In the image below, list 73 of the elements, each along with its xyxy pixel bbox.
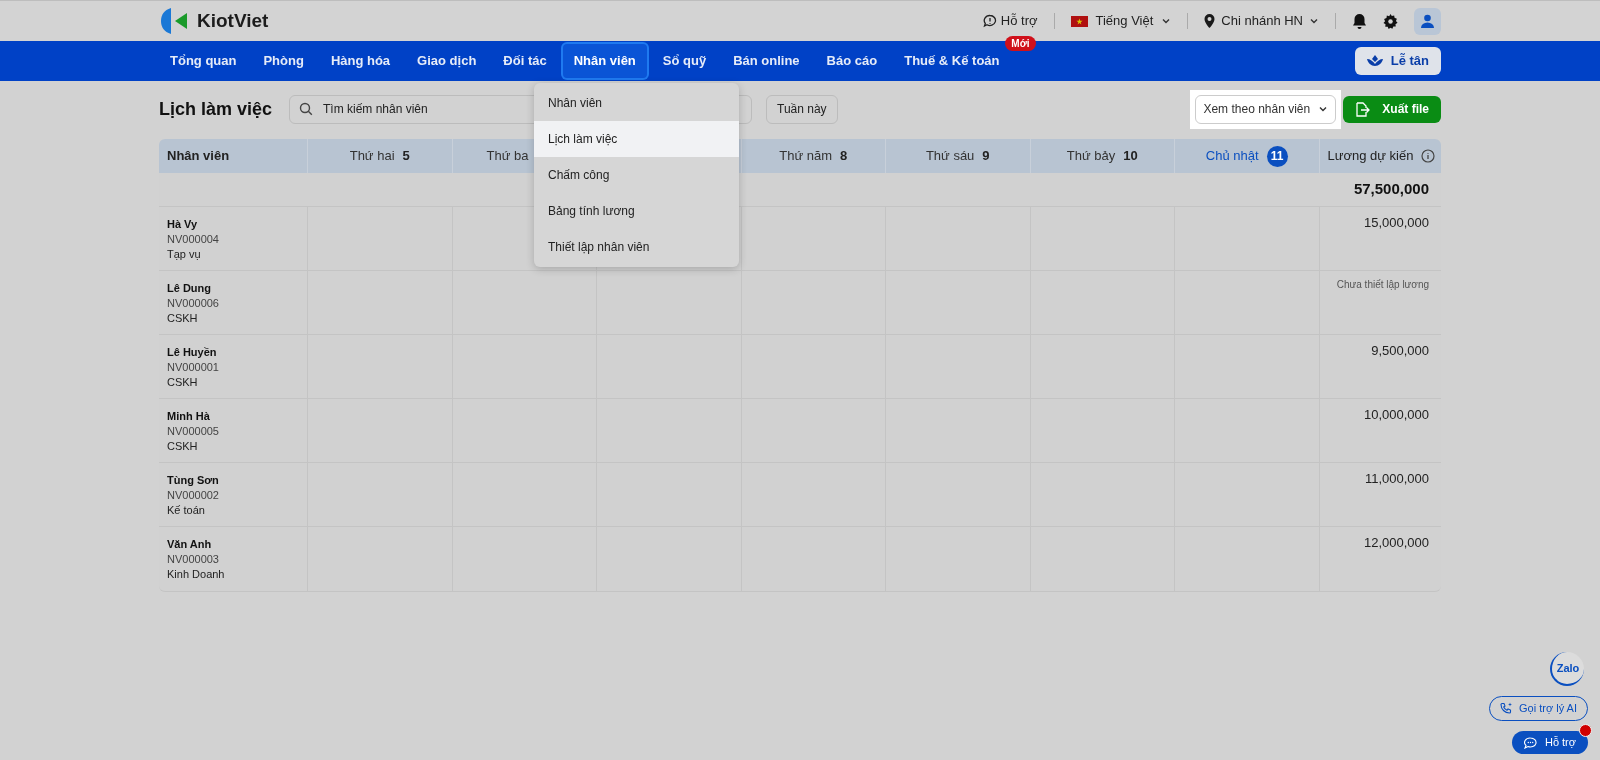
- employee-role: CSKH: [167, 439, 199, 454]
- employee-name: Văn Anh: [167, 537, 213, 552]
- salary-note: Chưa thiết lập lương: [1336, 278, 1429, 292]
- phone-sparkle-icon: [1500, 702, 1514, 715]
- nav-tab[interactable]: Đối tác: [492, 44, 558, 78]
- salary-amount: 15,000,000: [1363, 214, 1429, 232]
- nav-tab[interactable]: Giao dịch: [406, 44, 488, 78]
- branch-select[interactable]: Chi nhánh HN: [1204, 11, 1319, 31]
- page-title: Lịch làm việc: [159, 97, 274, 121]
- nav-tab[interactable]: Sổ quỹ: [651, 44, 718, 78]
- day-header: Thứ năm 8: [741, 139, 886, 173]
- employee-code: NV000002: [167, 488, 220, 503]
- employee-role: Kế toán: [167, 503, 206, 518]
- employee-name: Hà Vy: [167, 217, 199, 232]
- user-icon: [1421, 14, 1434, 28]
- menu-item[interactable]: Thiết lập nhân viên: [534, 229, 739, 265]
- zalo-button[interactable]: Zalo: [1550, 652, 1584, 686]
- salary-amount: 11,000,000: [1364, 470, 1429, 488]
- support-chat-button[interactable]: Hỗ trợ: [1511, 731, 1588, 754]
- employee-role: Kinh Doanh: [167, 567, 226, 582]
- location-pin-icon: [1204, 14, 1216, 28]
- new-badge: Mới: [1005, 36, 1036, 52]
- day-header: Thứ bảy 10: [1030, 139, 1175, 173]
- chevron-down-icon: [1318, 104, 1329, 114]
- total-salary: 57,500,000: [1353, 179, 1429, 200]
- reception-button[interactable]: Lễ tân: [1354, 47, 1441, 75]
- employee-name: Tùng Sơn: [167, 473, 220, 488]
- day-header: Thứ hai 5: [308, 139, 453, 173]
- flag-icon: [1070, 15, 1088, 27]
- employee-name: Minh Hà: [167, 409, 211, 424]
- employee-role: Tạp vụ: [167, 247, 202, 262]
- chevron-down-icon: [1309, 16, 1319, 26]
- menu-item[interactable]: Bảng tính lương: [534, 193, 739, 229]
- column-header: Lương dự kiến: [1327, 147, 1414, 166]
- day-header: Chủ nhật 11: [1175, 139, 1320, 173]
- employee-code: NV000001: [167, 360, 220, 375]
- menu-item[interactable]: Lịch làm việc: [534, 121, 739, 157]
- employee-name: Lê Huyền: [167, 345, 218, 360]
- nav-tab[interactable]: Phòng: [252, 44, 315, 78]
- salary-amount: 9,500,000: [1371, 342, 1429, 360]
- day-header: Thứ sáu 9: [886, 139, 1031, 173]
- export-file-icon: [1355, 101, 1371, 117]
- settings-icon[interactable]: [1383, 13, 1398, 29]
- info-icon[interactable]: [1421, 149, 1436, 163]
- salary-amount: 10,000,000: [1363, 406, 1429, 424]
- chat-icon: [1523, 736, 1537, 749]
- this-week-button[interactable]: Tuần này: [766, 94, 838, 124]
- employee-code: NV000006: [167, 296, 220, 311]
- lotus-icon: [1366, 55, 1383, 67]
- employee-role: CSKH: [167, 311, 199, 326]
- support-link[interactable]: Hỗ trợ: [982, 11, 1038, 31]
- search-icon: [299, 101, 313, 116]
- language-select[interactable]: Tiếng Việt: [1070, 11, 1172, 31]
- bell-icon[interactable]: [1352, 12, 1367, 30]
- view-select[interactable]: Xem theo nhân viên: [1195, 94, 1337, 124]
- employee-code: NV000003: [167, 552, 220, 567]
- avatar-button[interactable]: [1414, 7, 1441, 35]
- nav-tab[interactable]: Hàng hóa: [319, 44, 402, 78]
- salary-amount: 12,000,000: [1363, 534, 1429, 552]
- chevron-down-icon: [1161, 16, 1172, 26]
- employee-name: Lê Dung: [167, 281, 212, 296]
- export-button[interactable]: Xuất file: [1343, 95, 1441, 123]
- logo-text: KiotViet: [197, 8, 269, 33]
- logo-icon: [159, 7, 189, 35]
- employee-code: NV000004: [167, 232, 220, 247]
- chat-alert-icon: [982, 14, 997, 28]
- nav-tab[interactable]: Bán online: [722, 44, 811, 78]
- nav-tab[interactable]: Nhân viên: [562, 44, 647, 78]
- nav-tab[interactable]: Báo cáo: [815, 44, 889, 78]
- nav-tab[interactable]: Tổng quan: [159, 44, 248, 78]
- employee-role: CSKH: [167, 375, 199, 390]
- column-header: Nhân viên: [159, 139, 308, 173]
- employee-code: NV000005: [167, 424, 220, 439]
